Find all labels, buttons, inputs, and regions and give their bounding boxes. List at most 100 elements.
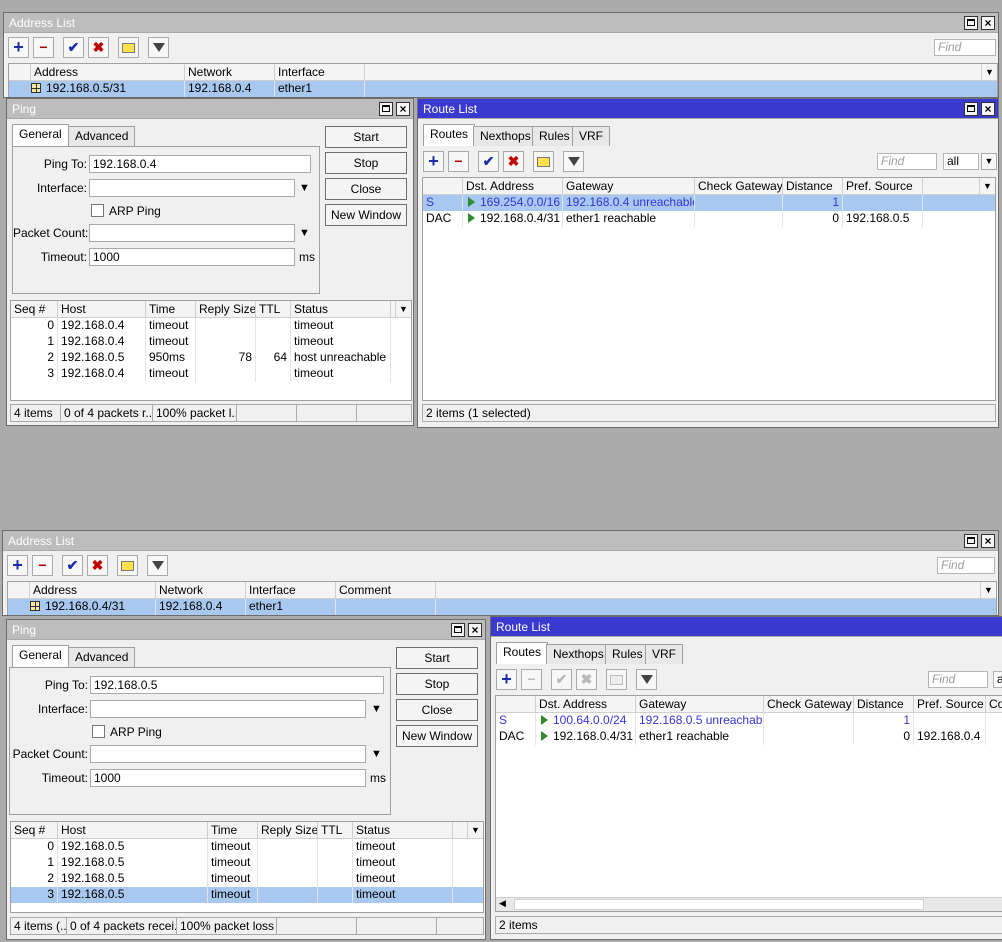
table-row[interactable]: 3 192.168.0.5 timeout timeout (11, 887, 483, 903)
enable-icon[interactable]: ✔ (62, 555, 83, 576)
column-header-network[interactable]: Network (156, 582, 246, 599)
enable-icon[interactable]: ✔ (478, 151, 499, 172)
packet-count-select[interactable] (89, 224, 295, 242)
column-header-pref-source[interactable]: Pref. Source (914, 696, 986, 713)
filter-icon[interactable] (148, 37, 169, 58)
table-row[interactable]: 2 192.168.0.5 timeout timeout (11, 871, 483, 887)
add-icon[interactable]: + (7, 555, 28, 576)
ping-to-input[interactable]: 192.168.0.4 (89, 155, 311, 173)
scrollbar-thumb[interactable] (514, 899, 924, 910)
stop-button[interactable]: Stop (396, 673, 478, 695)
comment-icon[interactable] (533, 151, 554, 172)
find-input[interactable]: Find (928, 671, 988, 688)
chevron-down-icon[interactable]: ▼ (980, 582, 996, 599)
maximize-icon[interactable] (964, 534, 978, 548)
table-row[interactable]: DAC 192.168.0.4/31 ether1 reachable 0 19… (423, 211, 995, 227)
disable-icon[interactable]: ✖ (503, 151, 524, 172)
interface-select[interactable] (90, 700, 366, 718)
enable-icon[interactable]: ✔ (63, 37, 84, 58)
find-input[interactable]: Find (937, 557, 995, 574)
column-header-time[interactable]: Time (146, 301, 196, 318)
column-header-seq[interactable]: Seq # (11, 301, 58, 318)
comment-icon[interactable] (118, 37, 139, 58)
filter-select[interactable]: a (993, 671, 1002, 688)
column-header-flag[interactable] (8, 582, 30, 599)
add-icon[interactable]: + (423, 151, 444, 172)
column-header-flags[interactable] (423, 178, 463, 195)
table-row[interactable]: 0 192.168.0.5 timeout timeout (11, 839, 483, 855)
close-icon[interactable]: × (981, 16, 995, 30)
add-icon[interactable]: + (496, 669, 517, 690)
column-header-gateway[interactable]: Gateway (563, 178, 695, 195)
comment-icon[interactable] (117, 555, 138, 576)
column-header-check-gateway[interactable]: Check Gateway (764, 696, 854, 713)
column-header-time[interactable]: Time (208, 822, 258, 839)
column-header-host[interactable]: Host (58, 822, 208, 839)
chevron-down-icon[interactable]: ▼ (371, 748, 382, 760)
chevron-down-icon[interactable]: ▼ (979, 178, 995, 195)
comment-icon[interactable] (606, 669, 627, 690)
table-row[interactable]: 1 192.168.0.5 timeout timeout (11, 855, 483, 871)
find-input[interactable]: Find (934, 39, 996, 56)
disable-icon[interactable]: ✖ (87, 555, 108, 576)
column-header-comment[interactable]: Co (986, 696, 1002, 713)
table-row[interactable]: S 100.64.0.0/24 192.168.0.5 unreachable … (496, 713, 1002, 729)
remove-icon[interactable]: − (33, 37, 54, 58)
close-icon[interactable]: × (981, 534, 995, 548)
column-header-status[interactable]: Status (353, 822, 453, 839)
tab-nexthops[interactable]: Nexthops (473, 126, 538, 146)
tab-routes[interactable]: Routes (496, 642, 549, 664)
chevron-down-icon[interactable]: ▼ (981, 153, 997, 170)
column-header-pref-source[interactable]: Pref. Source (843, 178, 923, 195)
new-window-button[interactable]: New Window (396, 725, 478, 747)
tab-nexthops[interactable]: Nexthops (546, 644, 611, 664)
table-row[interactable]: 0 192.168.0.4 timeout timeout (11, 318, 411, 334)
column-header-reply-size[interactable]: Reply Size (196, 301, 256, 318)
filter-icon[interactable] (636, 669, 657, 690)
remove-icon[interactable]: − (32, 555, 53, 576)
maximize-icon[interactable] (451, 623, 465, 637)
tab-advanced[interactable]: Advanced (68, 126, 136, 146)
table-row[interactable]: S 169.254.0.0/16 192.168.0.4 unreachable… (423, 195, 995, 211)
column-header-interface[interactable]: Interface (246, 582, 336, 599)
packet-count-select[interactable] (90, 745, 366, 763)
column-header-reply-size[interactable]: Reply Size (258, 822, 318, 839)
column-header-dst-address[interactable]: Dst. Address (536, 696, 636, 713)
filter-icon[interactable] (563, 151, 584, 172)
arp-ping-checkbox[interactable] (91, 204, 104, 217)
tab-general[interactable]: General (12, 645, 69, 667)
column-header-ttl[interactable]: TTL (256, 301, 291, 318)
maximize-icon[interactable] (964, 102, 978, 116)
table-row[interactable]: 192.168.0.5/31 192.168.0.4 ether1 (9, 81, 997, 97)
find-input[interactable]: Find (877, 153, 937, 170)
column-header-host[interactable]: Host (58, 301, 146, 318)
filter-select[interactable]: all (943, 153, 979, 170)
disable-icon[interactable]: ✖ (576, 669, 597, 690)
scroll-left-icon[interactable]: ◀ (499, 898, 506, 909)
start-button[interactable]: Start (396, 647, 478, 669)
tab-vrf[interactable]: VRF (572, 126, 610, 146)
chevron-down-icon[interactable]: ▼ (981, 64, 997, 81)
column-header-gateway[interactable]: Gateway (636, 696, 764, 713)
add-icon[interactable]: + (8, 37, 29, 58)
remove-icon[interactable]: − (448, 151, 469, 172)
tab-advanced[interactable]: Advanced (68, 647, 136, 667)
column-header-distance[interactable]: Distance (783, 178, 843, 195)
column-header-dst-address[interactable]: Dst. Address (463, 178, 563, 195)
maximize-icon[interactable] (379, 102, 393, 116)
maximize-icon[interactable] (964, 16, 978, 30)
table-row[interactable]: 2 192.168.0.5 950ms 78 64 host unreachab… (11, 350, 411, 366)
tab-vrf[interactable]: VRF (645, 644, 683, 664)
disable-icon[interactable]: ✖ (88, 37, 109, 58)
table-row[interactable]: DAC 192.168.0.4/31 ether1 reachable 0 19… (496, 729, 1002, 745)
ping-to-input[interactable]: 192.168.0.5 (90, 676, 384, 694)
chevron-down-icon[interactable]: ▼ (467, 822, 483, 839)
tab-rules[interactable]: Rules (605, 644, 650, 664)
table-row[interactable]: 3 192.168.0.4 timeout timeout (11, 366, 411, 382)
tab-general[interactable]: General (12, 124, 69, 146)
chevron-down-icon[interactable]: ▼ (395, 301, 411, 318)
timeout-input[interactable]: 1000 (90, 769, 366, 787)
close-icon[interactable]: × (981, 102, 995, 116)
close-icon[interactable]: × (396, 102, 410, 116)
chevron-down-icon[interactable]: ▼ (371, 703, 382, 715)
